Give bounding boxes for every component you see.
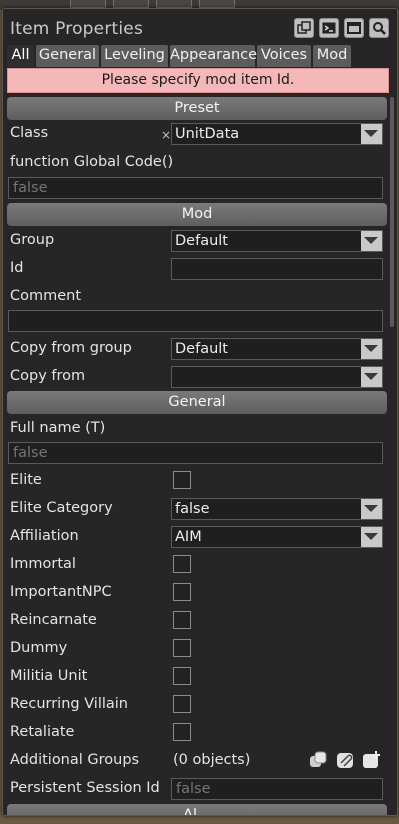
chevron-down-icon xyxy=(361,339,382,359)
chevron-down-icon xyxy=(361,124,382,144)
copy-from-group-dropdown[interactable]: Default xyxy=(171,338,383,360)
affiliation-value: AIM xyxy=(175,529,202,545)
recurring-villain-checkbox[interactable] xyxy=(173,695,191,713)
background-button xyxy=(199,0,235,8)
scrollbar[interactable] xyxy=(389,97,395,797)
tab-leveling[interactable]: Leveling xyxy=(101,45,168,67)
copy-objects-icon[interactable] xyxy=(308,750,328,770)
persistent-session-id-label: Persistent Session Id xyxy=(10,780,160,796)
important-npc-label: ImportantNPC xyxy=(10,584,112,600)
elite-category-label: Elite Category xyxy=(10,500,113,516)
full-name-label: Full name (T) xyxy=(10,420,106,436)
dummy-label: Dummy xyxy=(10,640,68,656)
panel-title: Item Properties xyxy=(10,19,144,39)
class-label: Class xyxy=(10,125,49,141)
add-object-icon[interactable] xyxy=(361,750,381,770)
background-button xyxy=(70,0,106,8)
tab-mod[interactable]: Mod xyxy=(313,45,351,67)
full-name-field[interactable] xyxy=(8,442,383,464)
global-code-field[interactable] xyxy=(8,177,383,199)
copy-from-label: Copy from xyxy=(10,368,86,384)
retaliate-label: Retaliate xyxy=(10,724,75,740)
maximize-icon[interactable] xyxy=(344,18,364,38)
id-label: Id xyxy=(10,260,24,276)
additional-groups-label: Additional Groups xyxy=(10,752,140,768)
additional-groups-value: (0 objects) xyxy=(173,752,251,768)
dummy-checkbox[interactable] xyxy=(173,639,191,657)
copy-from-group-label: Copy from group xyxy=(10,340,132,356)
section-header-mod[interactable]: Mod xyxy=(7,203,387,226)
militia-unit-label: Militia Unit xyxy=(10,668,88,684)
section-header-general[interactable]: General xyxy=(7,391,387,414)
scrollbar-thumb[interactable] xyxy=(390,97,394,327)
important-npc-checkbox[interactable] xyxy=(173,583,191,601)
section-header-next[interactable]: Al... xyxy=(7,804,387,815)
background-button xyxy=(113,0,149,8)
class-value: UnitData xyxy=(175,126,240,142)
immortal-checkbox[interactable] xyxy=(173,555,191,573)
chevron-down-icon xyxy=(361,231,382,251)
affiliation-label: Affiliation xyxy=(10,528,79,544)
persistent-session-id-field[interactable] xyxy=(171,778,383,800)
terminal-icon[interactable] xyxy=(319,18,339,38)
elite-label: Elite xyxy=(10,472,42,488)
section-header-preset[interactable]: Preset xyxy=(7,97,387,120)
tab-appearance[interactable]: Appearance xyxy=(170,45,257,67)
global-code-label: function Global Code() xyxy=(10,154,174,170)
panel-titlebar[interactable]: Item Properties xyxy=(3,9,397,45)
elite-category-value: false xyxy=(175,501,210,517)
elite-checkbox[interactable] xyxy=(173,471,191,489)
warning-banner: Please specify mod item Id. xyxy=(7,68,389,93)
copy-from-group-value: Default xyxy=(175,341,228,357)
copy-from-dropdown[interactable] xyxy=(171,366,383,388)
chevron-down-icon xyxy=(361,527,382,547)
retaliate-checkbox[interactable] xyxy=(173,723,191,741)
paste-objects-icon[interactable] xyxy=(335,750,355,770)
recurring-villain-label: Recurring Villain xyxy=(10,696,128,712)
item-properties-panel: Item Properties All General Leveling App… xyxy=(2,8,398,816)
id-field[interactable] xyxy=(171,258,383,280)
immortal-label: Immortal xyxy=(10,556,76,572)
clear-class-icon[interactable]: × xyxy=(161,128,171,142)
tab-voices[interactable]: Voices xyxy=(257,45,311,67)
group-value: Default xyxy=(175,233,228,249)
militia-unit-checkbox[interactable] xyxy=(173,667,191,685)
class-dropdown[interactable]: UnitData xyxy=(171,123,383,145)
copy-icon[interactable] xyxy=(294,18,314,38)
group-label: Group xyxy=(10,232,55,248)
elite-category-dropdown[interactable]: false xyxy=(171,498,383,520)
tab-all[interactable]: All xyxy=(7,45,34,67)
background-button xyxy=(156,0,192,8)
group-dropdown[interactable]: Default xyxy=(171,230,383,252)
tab-general[interactable]: General xyxy=(36,45,99,67)
affiliation-dropdown[interactable]: AIM xyxy=(171,526,383,548)
comment-field[interactable] xyxy=(8,310,383,332)
comment-label: Comment xyxy=(10,288,82,304)
chevron-down-icon xyxy=(361,499,382,519)
reincarnate-checkbox[interactable] xyxy=(173,611,191,629)
reincarnate-label: Reincarnate xyxy=(10,612,97,628)
chevron-down-icon xyxy=(361,367,382,387)
search-icon[interactable] xyxy=(369,18,389,38)
